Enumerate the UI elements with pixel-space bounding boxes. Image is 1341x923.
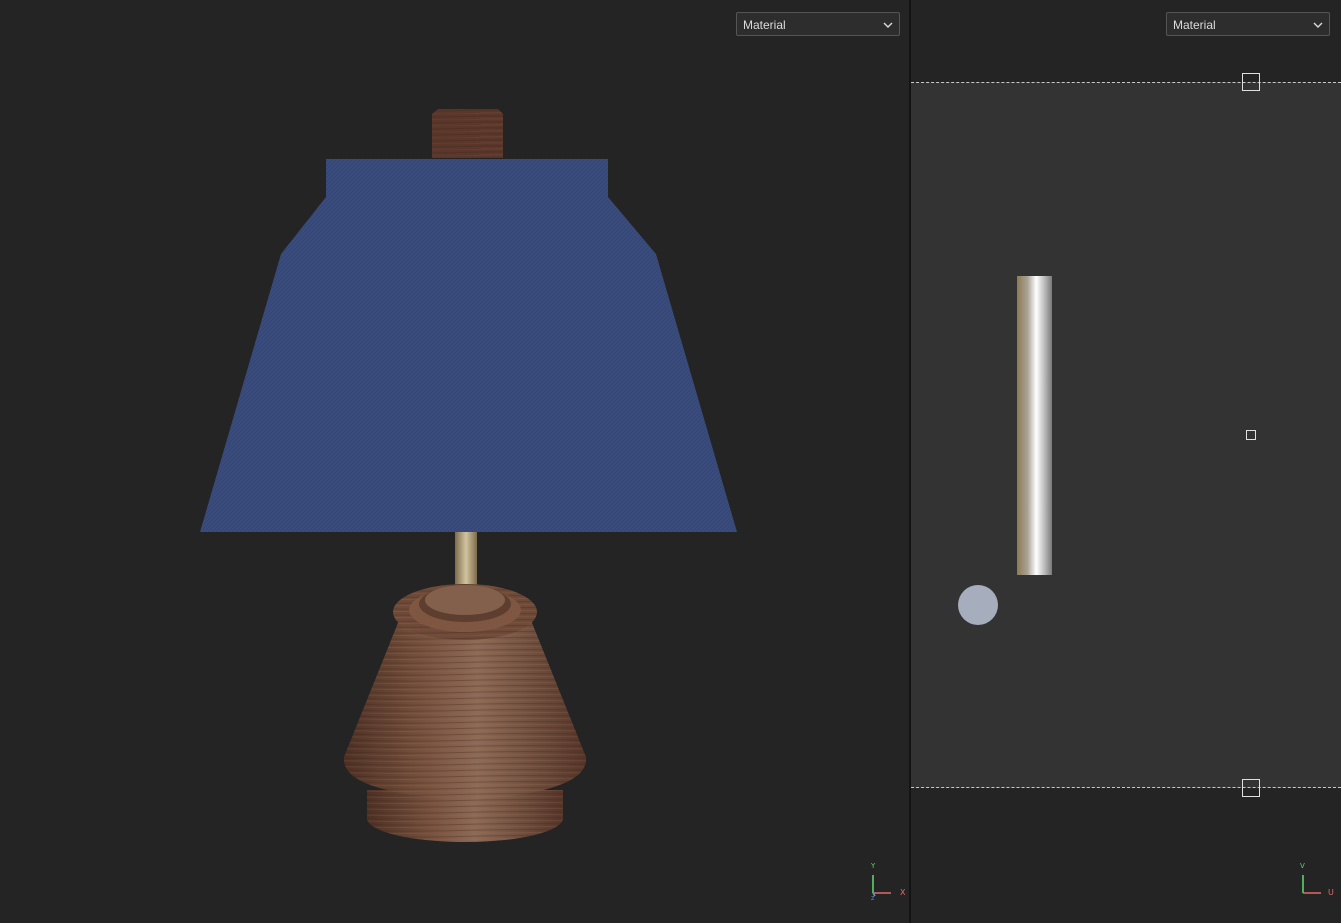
axis-u-label: U: [1328, 888, 1334, 897]
uv-top-boundary: [911, 82, 1341, 83]
material-mode-select[interactable]: Material: [736, 12, 900, 36]
uv-stem-island[interactable]: [1017, 276, 1052, 575]
uv-center-handle[interactable]: [1246, 430, 1256, 440]
3d-viewport[interactable]: Material Y X Z: [0, 0, 911, 923]
axis-gizmo: Y X Z: [866, 860, 906, 900]
axis-v-label: V: [1300, 862, 1305, 870]
uv-bottom-boundary: [911, 787, 1341, 788]
lamp-model[interactable]: [0, 0, 909, 923]
axis-x-label: X: [900, 888, 906, 897]
uv-material-mode-select[interactable]: Material: [1166, 12, 1330, 36]
uv-axis-gizmo: V U: [1296, 860, 1336, 900]
material-mode-value: Material: [743, 18, 786, 32]
lampshade: [200, 159, 737, 532]
lamp-finial: [432, 109, 503, 158]
uv-canvas[interactable]: [911, 82, 1341, 788]
uv-sphere-island[interactable]: [958, 585, 998, 625]
chevron-down-icon: [1313, 22, 1323, 28]
chevron-down-icon: [883, 22, 893, 28]
uv-viewport[interactable]: Material V U: [911, 0, 1341, 923]
uv-bottom-handle[interactable]: [1242, 779, 1260, 797]
axis-y-label: Y: [870, 862, 876, 870]
uv-mode-value: Material: [1173, 18, 1216, 32]
uv-top-handle[interactable]: [1242, 73, 1260, 91]
lamp-base: [343, 584, 587, 842]
axis-z-label: Z: [871, 896, 875, 900]
